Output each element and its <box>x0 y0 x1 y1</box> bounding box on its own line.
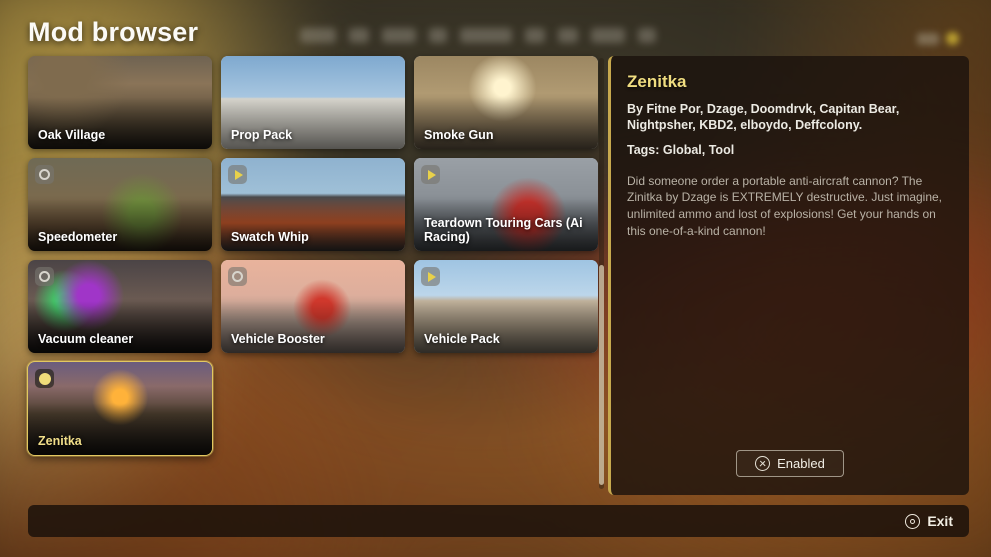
mod-detail-panel: Zenitka By Fitne Por, Dzage, Doomdrvk, C… <box>608 56 969 495</box>
tab-placeholder[interactable] <box>300 28 336 43</box>
play-badge-icon <box>421 267 440 286</box>
mod-card-title: Swatch Whip <box>231 229 309 244</box>
mod-card-title: Prop Pack <box>231 127 293 142</box>
enable-toggle-button[interactable]: Enabled <box>736 450 844 477</box>
detail-description: Did someone order a portable anti-aircra… <box>627 173 943 238</box>
page-title: Mod browser <box>28 17 199 47</box>
mod-card[interactable]: Zenitka <box>27 361 213 456</box>
mod-card[interactable]: Teardown Touring Cars (Ai Racing) <box>414 158 598 251</box>
mod-card-grid: Oak Village Prop Pack Smoke Gun Speedometer… <box>27 56 598 456</box>
mod-card[interactable]: Vehicle Pack <box>414 260 598 353</box>
mod-card-title: Oak Village <box>38 127 106 142</box>
detail-tags: Tags: Global, Tool <box>627 142 735 157</box>
circle-button-icon <box>905 513 921 529</box>
exit-button[interactable]: Exit <box>905 513 953 529</box>
mod-card[interactable]: Oak Village <box>28 56 212 149</box>
hud-status-indicator <box>917 32 959 45</box>
mod-card-title: Vehicle Booster <box>231 331 325 346</box>
mod-card-title: Smoke Gun <box>424 127 494 142</box>
tab-placeholder[interactable] <box>349 28 369 43</box>
play-badge-icon <box>421 165 440 184</box>
circle-badge-icon <box>35 267 54 286</box>
active-badge-icon <box>35 369 54 388</box>
mod-card[interactable]: Speedometer <box>28 158 212 251</box>
hud-label <box>917 32 939 45</box>
circle-badge-icon <box>228 267 247 286</box>
tab-placeholder[interactable] <box>525 28 545 43</box>
mod-card-title: Vehicle Pack <box>424 331 500 346</box>
mod-card-title: Vacuum cleaner <box>38 331 134 346</box>
mod-card[interactable]: Smoke Gun <box>414 56 598 149</box>
detail-title: Zenitka <box>627 72 687 91</box>
circle-badge-icon <box>35 165 54 184</box>
tab-placeholder[interactable] <box>460 28 512 43</box>
header: Mod browser <box>0 0 991 56</box>
cross-button-icon <box>755 456 771 471</box>
bottom-action-bar: Exit <box>28 505 969 537</box>
tab-placeholder[interactable] <box>591 28 625 43</box>
grid-scrollbar-track[interactable] <box>599 58 604 489</box>
mod-card[interactable]: Vacuum cleaner <box>28 260 212 353</box>
exit-button-label: Exit <box>927 513 953 529</box>
play-badge-icon <box>228 165 247 184</box>
mod-card-title: Zenitka <box>38 433 82 448</box>
detail-authors: By Fitne Por, Dzage, Doomdrvk, Capitan B… <box>627 102 900 133</box>
grid-scrollbar-thumb[interactable] <box>599 264 604 485</box>
mod-card[interactable]: Swatch Whip <box>221 158 405 251</box>
top-tab-bar[interactable] <box>300 28 656 43</box>
mod-card-title: Teardown Touring Cars (Ai Racing) <box>424 215 583 244</box>
tab-placeholder[interactable] <box>638 28 656 43</box>
mod-card[interactable]: Prop Pack <box>221 56 405 149</box>
enable-toggle-label: Enabled <box>777 456 825 471</box>
mod-grid-panel: Oak Village Prop Pack Smoke Gun Speedometer… <box>0 56 604 495</box>
tab-placeholder[interactable] <box>382 28 416 43</box>
hud-coin-icon <box>946 32 959 45</box>
tab-placeholder[interactable] <box>558 28 578 43</box>
tab-placeholder[interactable] <box>429 28 447 43</box>
mod-card[interactable]: Vehicle Booster <box>221 260 405 353</box>
mod-card-title: Speedometer <box>38 229 118 244</box>
